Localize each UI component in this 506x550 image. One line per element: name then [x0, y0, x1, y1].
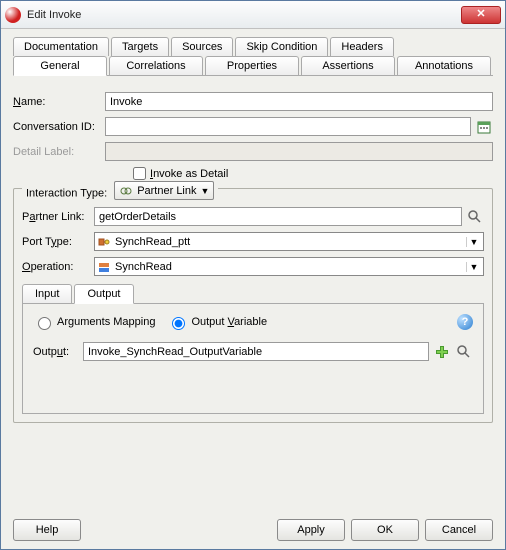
name-label: Name: — [13, 96, 105, 108]
button-bar: Help Apply OK Cancel — [13, 519, 493, 541]
port-type-value: SynchRead_ptt — [115, 236, 190, 248]
detail-label-field — [105, 142, 493, 161]
tab-headers[interactable]: Headers — [330, 37, 394, 56]
apply-button[interactable]: Apply — [277, 519, 345, 541]
tab-documentation[interactable]: Documentation — [13, 37, 109, 56]
ok-button[interactable]: OK — [351, 519, 419, 541]
partner-link-icon — [119, 184, 133, 198]
titlebar: Edit Invoke ✕ — [1, 1, 505, 29]
conversation-id-field[interactable] — [105, 117, 471, 136]
partner-link-search-icon[interactable] — [466, 208, 484, 226]
tab-annotations[interactable]: Annotations — [397, 56, 491, 75]
output-label: Output: — [33, 346, 83, 358]
tabs-row-2: General Correlations Properties Assertio… — [13, 56, 493, 76]
edit-invoke-dialog: Edit Invoke ✕ Documentation Targets Sour… — [0, 0, 506, 550]
tab-general[interactable]: General — [13, 56, 107, 76]
interaction-type-dropdown[interactable]: Partner Link ▼ — [114, 181, 214, 200]
conversation-id-browse-icon[interactable] — [475, 118, 493, 136]
arguments-mapping-radio[interactable]: Arguments Mapping — [33, 314, 155, 330]
port-type-icon — [97, 235, 111, 249]
partner-link-label: Partner Link: — [22, 211, 94, 223]
output-variable-radio[interactable]: Output Variable — [167, 314, 267, 330]
app-icon — [5, 7, 21, 23]
io-tabs: Input Output — [22, 284, 484, 304]
tab-sources[interactable]: Sources — [171, 37, 233, 56]
window-title: Edit Invoke — [27, 9, 461, 21]
help-icon[interactable]: ? — [457, 314, 473, 330]
tab-input[interactable]: Input — [22, 284, 72, 303]
cancel-button[interactable]: Cancel — [425, 519, 493, 541]
operation-combo[interactable]: SynchRead ▼ — [94, 257, 484, 276]
operation-value: SynchRead — [115, 261, 172, 273]
add-output-icon[interactable] — [433, 343, 451, 361]
chevron-down-icon[interactable]: ▼ — [466, 262, 481, 272]
operation-label: Operation: — [22, 261, 94, 273]
invoke-as-detail-label: Invoke as Detail — [150, 168, 228, 180]
partner-link-field[interactable] — [94, 207, 462, 226]
tabs-row-1: Documentation Targets Sources Skip Condi… — [13, 37, 493, 56]
search-output-icon[interactable] — [455, 343, 473, 361]
tab-correlations[interactable]: Correlations — [109, 56, 203, 75]
interaction-type-fieldset: Interaction Type: Partner Link ▼ Partner… — [13, 188, 493, 423]
tab-output[interactable]: Output — [74, 284, 133, 304]
tab-targets[interactable]: Targets — [111, 37, 169, 56]
output-field[interactable] — [83, 342, 429, 361]
invoke-as-detail-checkbox[interactable] — [133, 167, 146, 180]
detail-label-label: Detail Label: — [13, 146, 105, 158]
help-button[interactable]: Help — [13, 519, 81, 541]
port-type-label: Port Type: — [22, 236, 94, 248]
port-type-combo[interactable]: SynchRead_ptt ▼ — [94, 232, 484, 251]
tab-properties[interactable]: Properties — [205, 56, 299, 75]
conversation-id-label: Conversation ID: — [13, 121, 105, 133]
chevron-down-icon: ▼ — [201, 186, 210, 196]
close-button[interactable]: ✕ — [461, 6, 501, 24]
output-panel: Arguments Mapping Output Variable ? Outp… — [22, 304, 484, 414]
tab-skip-condition[interactable]: Skip Condition — [235, 37, 328, 56]
operation-icon — [97, 260, 111, 274]
name-field[interactable] — [105, 92, 493, 111]
chevron-down-icon[interactable]: ▼ — [466, 237, 481, 247]
interaction-type-legend: Interaction Type: Partner Link ▼ — [22, 181, 218, 200]
tab-assertions[interactable]: Assertions — [301, 56, 395, 75]
